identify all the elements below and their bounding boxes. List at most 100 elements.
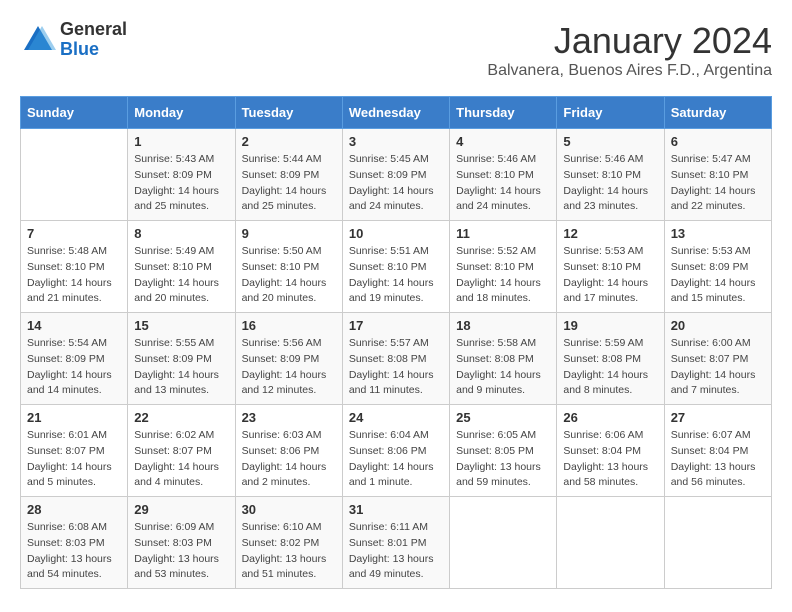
day-number: 28 bbox=[27, 502, 121, 517]
calendar-cell: 18 Sunrise: 5:58 AM Sunset: 8:08 PM Dayli… bbox=[450, 313, 557, 405]
day-number: 13 bbox=[671, 226, 765, 241]
day-info: Sunrise: 5:53 AM Sunset: 8:10 PM Dayligh… bbox=[563, 244, 657, 307]
calendar-cell: 9 Sunrise: 5:50 AM Sunset: 8:10 PM Daylig… bbox=[235, 221, 342, 313]
calendar-cell: 16 Sunrise: 5:56 AM Sunset: 8:09 PM Dayli… bbox=[235, 313, 342, 405]
day-header-friday: Friday bbox=[557, 97, 664, 129]
calendar-cell: 6 Sunrise: 5:47 AM Sunset: 8:10 PM Daylig… bbox=[664, 129, 771, 221]
day-number: 1 bbox=[134, 134, 228, 149]
location-subtitle: Balvanera, Buenos Aires F.D., Argentina bbox=[487, 62, 772, 80]
day-number: 20 bbox=[671, 318, 765, 333]
day-number: 18 bbox=[456, 318, 550, 333]
day-header-thursday: Thursday bbox=[450, 97, 557, 129]
day-info: Sunrise: 6:07 AM Sunset: 8:04 PM Dayligh… bbox=[671, 428, 765, 491]
title-section: January 2024 Balvanera, Buenos Aires F.D… bbox=[487, 20, 772, 80]
calendar-cell: 25Sunrise: 6:05 AM Sunset: 8:05 PM Dayli… bbox=[450, 405, 557, 497]
day-number: 12 bbox=[563, 226, 657, 241]
calendar-cell: 20 Sunrise: 6:00 AM Sunset: 8:07 PM Dayli… bbox=[664, 313, 771, 405]
day-info: Sunrise: 5:51 AM Sunset: 8:10 PM Dayligh… bbox=[349, 244, 443, 307]
day-header-sunday: Sunday bbox=[21, 97, 128, 129]
day-info: Sunrise: 6:06 AM Sunset: 8:04 PM Dayligh… bbox=[563, 428, 657, 491]
day-number: 10 bbox=[349, 226, 443, 241]
calendar-cell bbox=[557, 497, 664, 589]
day-number: 17 bbox=[349, 318, 443, 333]
day-number: 29 bbox=[134, 502, 228, 517]
day-info: Sunrise: 5:59 AM Sunset: 8:08 PM Dayligh… bbox=[563, 336, 657, 399]
logo-text: General Blue bbox=[60, 20, 127, 60]
calendar-cell: 12 Sunrise: 5:53 AM Sunset: 8:10 PM Dayli… bbox=[557, 221, 664, 313]
calendar-cell: 24 Sunrise: 6:04 AM Sunset: 8:06 PM Dayli… bbox=[342, 405, 449, 497]
day-info: Sunrise: 6:03 AM Sunset: 8:06 PM Dayligh… bbox=[242, 428, 336, 491]
day-number: 21 bbox=[27, 410, 121, 425]
day-number: 24 bbox=[349, 410, 443, 425]
day-number: 9 bbox=[242, 226, 336, 241]
day-number: 2 bbox=[242, 134, 336, 149]
day-info: Sunrise: 5:43 AM Sunset: 8:09 PM Dayligh… bbox=[134, 152, 228, 215]
day-info: Sunrise: 5:58 AM Sunset: 8:08 PM Dayligh… bbox=[456, 336, 550, 399]
day-info: Sunrise: 5:54 AM Sunset: 8:09 PM Dayligh… bbox=[27, 336, 121, 399]
day-info: Sunrise: 5:44 AM Sunset: 8:09 PM Dayligh… bbox=[242, 152, 336, 215]
day-number: 30 bbox=[242, 502, 336, 517]
calendar-cell: 7Sunrise: 5:48 AM Sunset: 8:10 PM Daylig… bbox=[21, 221, 128, 313]
day-number: 4 bbox=[456, 134, 550, 149]
calendar-week-2: 7Sunrise: 5:48 AM Sunset: 8:10 PM Daylig… bbox=[21, 221, 772, 313]
calendar-cell: 4 Sunrise: 5:46 AM Sunset: 8:10 PM Daylig… bbox=[450, 129, 557, 221]
day-info: Sunrise: 6:00 AM Sunset: 8:07 PM Dayligh… bbox=[671, 336, 765, 399]
day-number: 16 bbox=[242, 318, 336, 333]
calendar-cell: 19 Sunrise: 5:59 AM Sunset: 8:08 PM Dayli… bbox=[557, 313, 664, 405]
day-header-monday: Monday bbox=[128, 97, 235, 129]
calendar-cell bbox=[664, 497, 771, 589]
day-info: Sunrise: 5:46 AM Sunset: 8:10 PM Dayligh… bbox=[563, 152, 657, 215]
day-info: Sunrise: 5:55 AM Sunset: 8:09 PM Dayligh… bbox=[134, 336, 228, 399]
day-number: 19 bbox=[563, 318, 657, 333]
calendar-cell: 5 Sunrise: 5:46 AM Sunset: 8:10 PM Daylig… bbox=[557, 129, 664, 221]
calendar-table: SundayMondayTuesdayWednesdayThursdayFrid… bbox=[20, 96, 772, 589]
logo: General Blue bbox=[20, 20, 127, 60]
day-number: 5 bbox=[563, 134, 657, 149]
calendar-cell: 29Sunrise: 6:09 AM Sunset: 8:03 PM Dayli… bbox=[128, 497, 235, 589]
day-number: 7 bbox=[27, 226, 121, 241]
day-info: Sunrise: 6:05 AM Sunset: 8:05 PM Dayligh… bbox=[456, 428, 550, 491]
calendar-cell: 22Sunrise: 6:02 AM Sunset: 8:07 PM Dayli… bbox=[128, 405, 235, 497]
calendar-cell bbox=[21, 129, 128, 221]
day-number: 6 bbox=[671, 134, 765, 149]
calendar-cell: 13 Sunrise: 5:53 AM Sunset: 8:09 PM Dayli… bbox=[664, 221, 771, 313]
day-info: Sunrise: 5:45 AM Sunset: 8:09 PM Dayligh… bbox=[349, 152, 443, 215]
day-info: Sunrise: 5:57 AM Sunset: 8:08 PM Dayligh… bbox=[349, 336, 443, 399]
day-info: Sunrise: 6:04 AM Sunset: 8:06 PM Dayligh… bbox=[349, 428, 443, 491]
logo-blue: Blue bbox=[60, 40, 127, 60]
day-number: 31 bbox=[349, 502, 443, 517]
calendar-cell: 26Sunrise: 6:06 AM Sunset: 8:04 PM Dayli… bbox=[557, 405, 664, 497]
header: General Blue January 2024 Balvanera, Bue… bbox=[20, 20, 772, 80]
day-info: Sunrise: 5:46 AM Sunset: 8:10 PM Dayligh… bbox=[456, 152, 550, 215]
day-number: 27 bbox=[671, 410, 765, 425]
calendar-cell: 30 Sunrise: 6:10 AM Sunset: 8:02 PM Dayli… bbox=[235, 497, 342, 589]
day-number: 8 bbox=[134, 226, 228, 241]
day-info: Sunrise: 5:47 AM Sunset: 8:10 PM Dayligh… bbox=[671, 152, 765, 215]
day-info: Sunrise: 6:08 AM Sunset: 8:03 PM Dayligh… bbox=[27, 520, 121, 583]
day-info: Sunrise: 5:53 AM Sunset: 8:09 PM Dayligh… bbox=[671, 244, 765, 307]
day-info: Sunrise: 5:52 AM Sunset: 8:10 PM Dayligh… bbox=[456, 244, 550, 307]
calendar-cell: 21Sunrise: 6:01 AM Sunset: 8:07 PM Dayli… bbox=[21, 405, 128, 497]
day-info: Sunrise: 6:11 AM Sunset: 8:01 PM Dayligh… bbox=[349, 520, 443, 583]
day-number: 15 bbox=[134, 318, 228, 333]
calendar-week-5: 28 Sunrise: 6:08 AM Sunset: 8:03 PM Dayli… bbox=[21, 497, 772, 589]
logo-icon bbox=[20, 22, 56, 58]
calendar-header-row: SundayMondayTuesdayWednesdayThursdayFrid… bbox=[21, 97, 772, 129]
calendar-cell: 10 Sunrise: 5:51 AM Sunset: 8:10 PM Dayli… bbox=[342, 221, 449, 313]
day-info: Sunrise: 5:50 AM Sunset: 8:10 PM Dayligh… bbox=[242, 244, 336, 307]
calendar-cell bbox=[450, 497, 557, 589]
calendar-cell: 14Sunrise: 5:54 AM Sunset: 8:09 PM Dayli… bbox=[21, 313, 128, 405]
day-number: 23 bbox=[242, 410, 336, 425]
day-header-wednesday: Wednesday bbox=[342, 97, 449, 129]
calendar-cell: 27 Sunrise: 6:07 AM Sunset: 8:04 PM Dayli… bbox=[664, 405, 771, 497]
day-info: Sunrise: 5:56 AM Sunset: 8:09 PM Dayligh… bbox=[242, 336, 336, 399]
day-header-saturday: Saturday bbox=[664, 97, 771, 129]
day-info: Sunrise: 5:49 AM Sunset: 8:10 PM Dayligh… bbox=[134, 244, 228, 307]
calendar-body: 1 Sunrise: 5:43 AM Sunset: 8:09 PM Daylig… bbox=[21, 129, 772, 589]
calendar-cell: 3Sunrise: 5:45 AM Sunset: 8:09 PM Daylig… bbox=[342, 129, 449, 221]
calendar-cell: 1 Sunrise: 5:43 AM Sunset: 8:09 PM Daylig… bbox=[128, 129, 235, 221]
calendar-cell: 17 Sunrise: 5:57 AM Sunset: 8:08 PM Dayli… bbox=[342, 313, 449, 405]
day-number: 11 bbox=[456, 226, 550, 241]
day-info: Sunrise: 6:10 AM Sunset: 8:02 PM Dayligh… bbox=[242, 520, 336, 583]
logo-general: General bbox=[60, 20, 127, 40]
